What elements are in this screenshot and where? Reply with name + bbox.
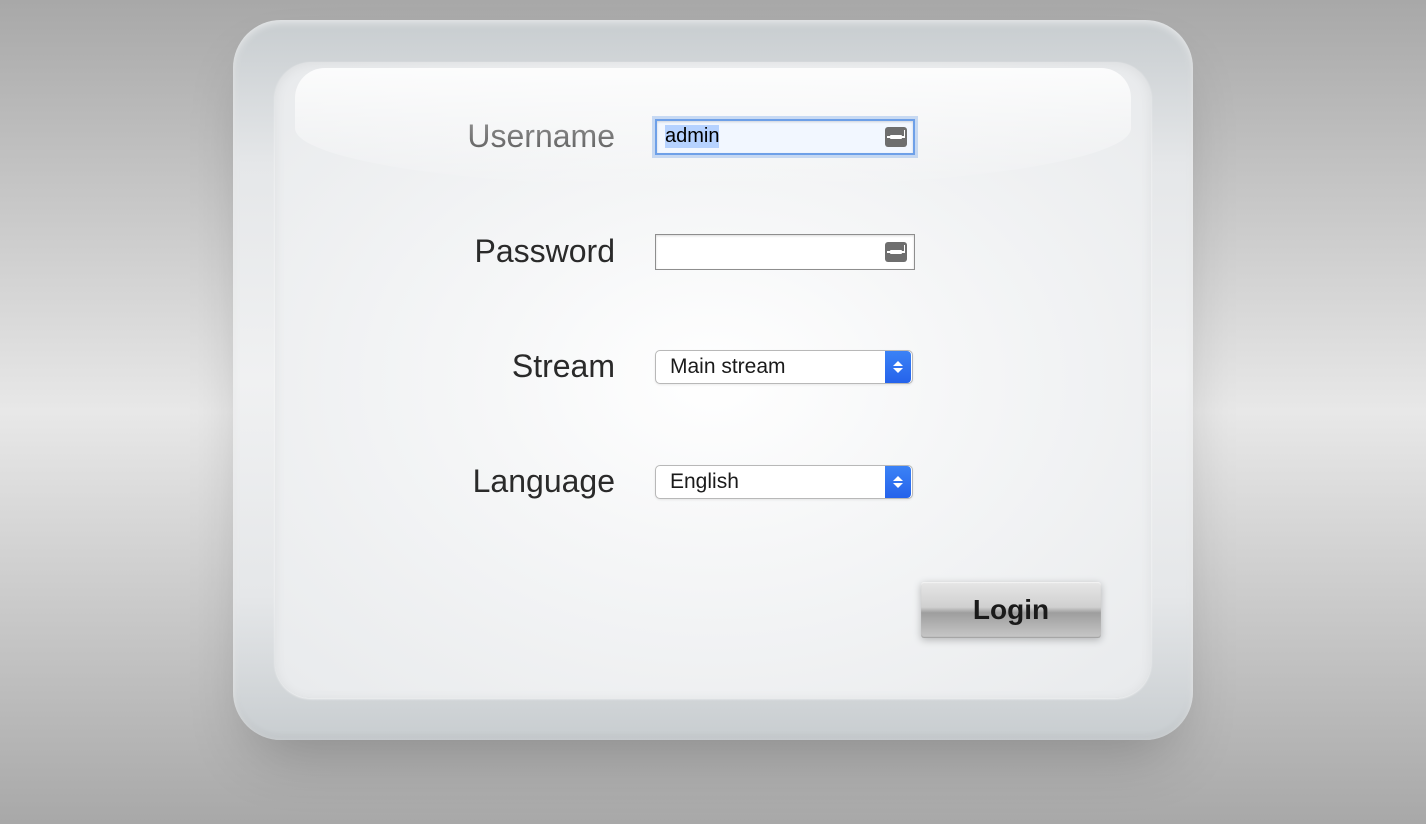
- username-field-wrap: admin: [655, 119, 915, 155]
- autofill-icon[interactable]: [885, 127, 907, 147]
- username-label: Username: [335, 118, 655, 155]
- login-panel-inner: Username admin Password Stream Main stre…: [275, 62, 1151, 698]
- password-label: Password: [335, 233, 655, 270]
- stream-select[interactable]: Main stream: [655, 350, 913, 384]
- language-row: Language English: [335, 463, 1091, 500]
- password-row: Password: [335, 233, 1091, 270]
- stream-label: Stream: [335, 348, 655, 385]
- login-button[interactable]: Login: [921, 582, 1101, 638]
- language-select[interactable]: English: [655, 465, 913, 499]
- username-row: Username admin: [335, 118, 1091, 155]
- password-field-wrap: [655, 234, 915, 270]
- language-label: Language: [335, 463, 655, 500]
- select-stepper-icon: [885, 351, 911, 383]
- stream-row: Stream Main stream: [335, 348, 1091, 385]
- password-input[interactable]: [655, 234, 915, 270]
- login-panel-outer: Username admin Password Stream Main stre…: [233, 20, 1193, 740]
- stream-select-value: Main stream: [656, 355, 885, 379]
- select-stepper-icon: [885, 466, 911, 498]
- language-select-value: English: [656, 470, 885, 494]
- autofill-icon[interactable]: [885, 242, 907, 262]
- username-input[interactable]: [655, 119, 915, 155]
